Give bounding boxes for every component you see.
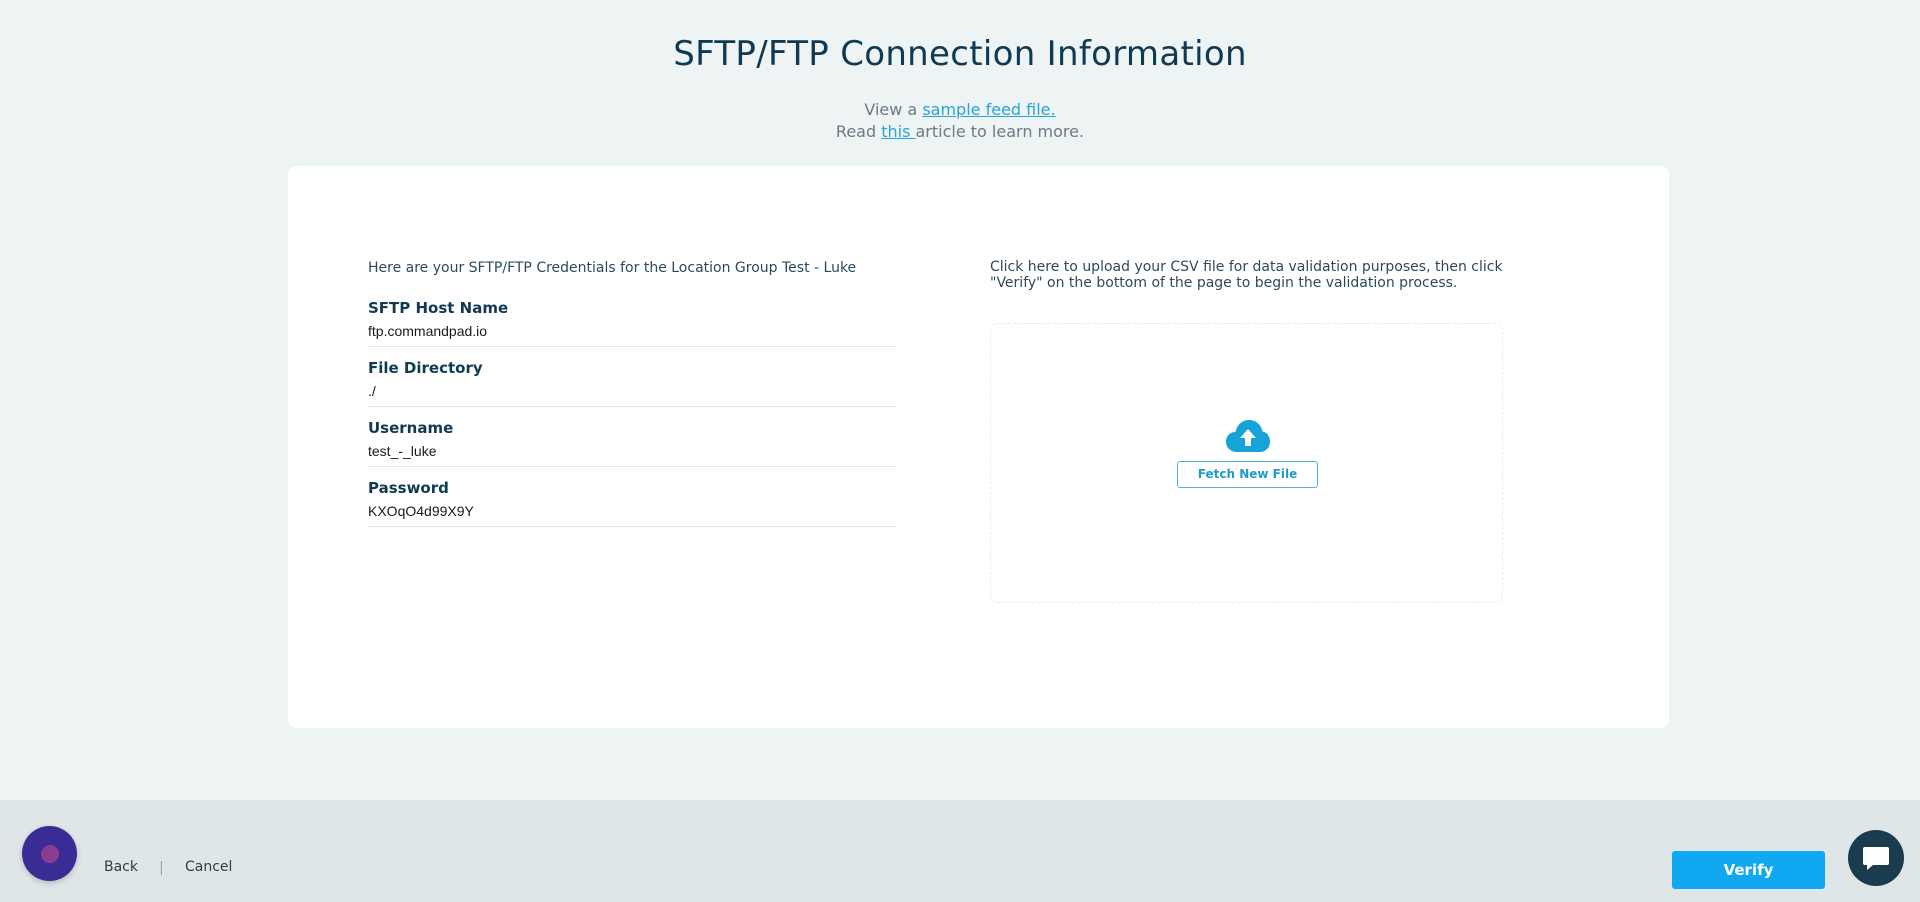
footer-separator: | xyxy=(159,860,164,876)
password-field: Password KXOqO4d99X9Y xyxy=(368,479,896,527)
chat-bubble-icon[interactable] xyxy=(1848,830,1904,886)
password-value: KXOqO4d99X9Y xyxy=(368,503,474,519)
sample-feed-link[interactable]: sample feed file. xyxy=(922,100,1055,119)
article-link[interactable]: this xyxy=(881,122,915,141)
cloud-upload-icon xyxy=(1225,418,1271,454)
username-field: Username test_-_luke xyxy=(368,419,896,467)
host-name-value: ftp.commandpad.io xyxy=(368,323,488,339)
username-value: test_-_luke xyxy=(368,443,437,459)
sample-feed-prefix: View a xyxy=(864,100,923,119)
fetch-new-file-button[interactable]: Fetch New File xyxy=(1177,461,1318,488)
password-label: Password xyxy=(368,479,449,497)
page-title: SFTP/FTP Connection Information xyxy=(673,34,1247,74)
avatar-dot xyxy=(41,845,59,863)
host-name-label: SFTP Host Name xyxy=(368,299,509,317)
avatar-icon[interactable] xyxy=(22,826,77,881)
connection-card: Here are your SFTP/FTP Credentials for t… xyxy=(288,166,1669,728)
credentials-intro: Here are your SFTP/FTP Credentials for t… xyxy=(368,260,857,276)
upload-panel: Click here to upload your CSV file for d… xyxy=(990,259,1510,603)
upload-instructions: Click here to upload your CSV file for d… xyxy=(990,259,1503,291)
cancel-link[interactable]: Cancel xyxy=(185,859,232,875)
page: SFTP/FTP Connection Information View a s… xyxy=(0,0,1920,902)
sample-feed-line: View a sample feed file. xyxy=(0,100,1920,119)
back-link[interactable]: Back xyxy=(104,859,138,875)
username-label: Username xyxy=(368,419,454,437)
file-dropzone[interactable]: Fetch New File xyxy=(990,323,1503,603)
cloud-upload-icon-svg xyxy=(1226,420,1270,452)
file-directory-value: ./ xyxy=(368,383,376,399)
host-name-field: SFTP Host Name ftp.commandpad.io xyxy=(368,299,896,347)
footer-bar: Back | Cancel Verify xyxy=(0,800,1920,902)
file-directory-label: File Directory xyxy=(368,359,483,377)
article-line: Read this article to learn more. xyxy=(0,122,1920,141)
credentials-panel: Here are your SFTP/FTP Credentials for t… xyxy=(368,259,896,539)
file-directory-field: File Directory ./ xyxy=(368,359,896,407)
article-prefix: Read xyxy=(835,122,882,141)
chat-bubble-icon-svg xyxy=(1863,847,1889,870)
verify-button[interactable]: Verify xyxy=(1672,851,1825,889)
article-suffix: article to learn more. xyxy=(915,122,1085,141)
